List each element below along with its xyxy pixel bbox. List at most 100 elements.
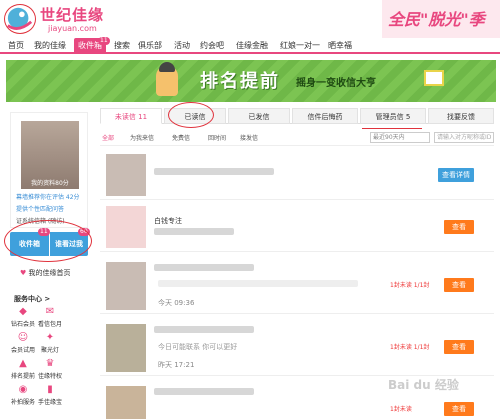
- nav-activity[interactable]: 活动: [174, 40, 190, 51]
- left-sidebar: 我的资料80分 幕墙推荐你在评估 42分 提供个性匹配问答 证系统信箱 (随访)…: [4, 108, 92, 419]
- rank-icon: ▲: [19, 358, 27, 369]
- service-privilege-label: 佳缘特权: [37, 373, 62, 380]
- sender-name: [154, 326, 254, 333]
- service-trial[interactable]: ☺ 会员试用: [10, 332, 36, 354]
- my-home-label: 我的佳缘首页: [28, 269, 71, 277]
- privilege-icon: ♛: [45, 358, 55, 369]
- message-time: 今天 09:36: [158, 299, 195, 307]
- filter-time[interactable]: 回时间: [208, 133, 226, 142]
- message-status: 1封未读: [390, 406, 412, 413]
- site-logo[interactable]: 世纪佳缘 jiayuan.com: [4, 2, 116, 36]
- nav-matchmaker[interactable]: 红娘一对一: [280, 40, 320, 51]
- heart-icon: ♥: [20, 269, 29, 277]
- service-trial-label: 会员试用: [10, 347, 35, 354]
- mobile-icon: ▮: [47, 384, 53, 395]
- service-rank-label: 排名提前: [10, 373, 35, 380]
- promo-banner[interactable]: 排名提前 摇身一变收信大亨: [6, 60, 496, 102]
- tab-feedback[interactable]: 找要反馈: [428, 108, 494, 124]
- sender-name: [154, 388, 254, 395]
- message-preview: [154, 228, 234, 235]
- message-row[interactable]: 查看详情: [100, 150, 494, 200]
- tab-unread[interactable]: 未读信 11: [100, 108, 162, 124]
- logo-text: 世纪佳缘: [40, 6, 105, 24]
- mail-icon: ✉: [45, 306, 55, 317]
- spotlight-icon: ✦: [45, 332, 55, 343]
- inbox-panel: 未读信 11 已读信 已发信 信件后悔药 管理员信 5 找要反馈 全部 为我来信…: [96, 102, 496, 419]
- nav-dating[interactable]: 约会吧: [200, 40, 224, 51]
- avatar-caption: 我的资料80分: [31, 180, 69, 187]
- nav-finance[interactable]: 佳缘金融: [236, 40, 268, 51]
- service-mobile-label: 手佳缘宝: [37, 399, 62, 406]
- view-button[interactable]: 查看: [444, 340, 474, 354]
- cartoon-boy-icon: [156, 62, 178, 96]
- logo-bird-icon: [4, 4, 36, 34]
- banner-title: 排名提前: [200, 71, 280, 92]
- trial-icon: ☺: [17, 332, 29, 343]
- message-text: 白钱专注: [154, 217, 182, 225]
- nav-club[interactable]: 俱乐部: [138, 40, 162, 51]
- diamond-icon: ◆: [19, 306, 27, 317]
- sender-photo[interactable]: [106, 206, 146, 248]
- message-text: 今日可能联系 你可以更好: [158, 343, 238, 351]
- message-row[interactable]: 今日可能联系 你可以更好 昨天 17:21 1封未读 1/1封 查看: [100, 320, 494, 376]
- search-input[interactable]: 请输入对方昵称或ID: [434, 132, 494, 143]
- envelope-icon: [424, 70, 444, 86]
- profile-link-qa[interactable]: 提供个性匹配问答: [16, 204, 64, 213]
- avatar[interactable]: 我的资料80分: [21, 121, 79, 189]
- view-button[interactable]: 查看: [444, 220, 474, 234]
- view-button[interactable]: 查看: [444, 402, 474, 416]
- top-header: 世纪佳缘 jiayuan.com 全民"脱光"季: [0, 0, 500, 38]
- annotation-underline-admin-tab: [362, 109, 422, 129]
- main-nav: 首页 我的佳缘 收件箱 11 搜索 俱乐部 活动 约会吧 佳缘金融 红娘一对一 …: [0, 37, 500, 54]
- sender-photo[interactable]: [106, 324, 146, 372]
- sender-name: [154, 264, 254, 271]
- nav-my-jiayuan[interactable]: 我的佳缘: [34, 40, 66, 51]
- sender-photo[interactable]: [106, 154, 146, 196]
- service-photo[interactable]: ◉ 补拍服务: [10, 384, 36, 406]
- service-privilege[interactable]: ♛ 佳缘特权: [37, 358, 63, 380]
- promo-text: 全民"脱光"季: [388, 10, 485, 29]
- tab-regret[interactable]: 信件后悔药: [292, 108, 358, 124]
- service-mail-label: 看信包月: [37, 321, 62, 328]
- message-time: 昨天 17:21: [158, 361, 195, 369]
- service-mail[interactable]: ✉ 看信包月: [37, 306, 63, 328]
- promo-badge[interactable]: 全民"脱光"季: [382, 0, 500, 38]
- view-button[interactable]: 查看: [444, 278, 474, 292]
- banner-subtitle: 摇身一变收信大亨: [296, 78, 376, 89]
- logo-domain: jiayuan.com: [48, 24, 97, 33]
- my-home-link[interactable]: ♥ 我的佳缘首页: [20, 268, 71, 278]
- annotation-circle-sidebar: [4, 220, 92, 262]
- service-photo-label: 补拍服务: [10, 399, 35, 406]
- mail-tabs: 未读信 11 已读信 已发信 信件后悔药 管理员信 5 找要反馈: [100, 108, 494, 124]
- camera-icon: ◉: [18, 384, 28, 395]
- message-status: 1封未读 1/1封: [390, 282, 430, 289]
- service-rank[interactable]: ▲ 排名提前: [10, 358, 36, 380]
- nav-inbox-badge: 11: [98, 37, 110, 45]
- sender-photo[interactable]: [106, 262, 146, 310]
- services-title: 服务中心 >: [14, 295, 51, 303]
- view-details-button[interactable]: 查看详情: [438, 168, 474, 182]
- sender-photo[interactable]: [106, 386, 146, 419]
- nav-happiness[interactable]: 晒幸福: [328, 40, 352, 51]
- message-row[interactable]: 今天 09:36 1封未读 1/1封 查看: [100, 258, 494, 314]
- service-diamond-label: 钻石会员: [10, 321, 35, 328]
- filter-all[interactable]: 全部: [102, 133, 114, 142]
- filter-for-me[interactable]: 为我来信: [130, 133, 154, 142]
- annotation-circle-read-tab: [168, 102, 214, 128]
- message-row[interactable]: 白钱专注 查看: [100, 202, 494, 252]
- profile-link-score[interactable]: 幕墙推荐你在评估 42分: [16, 192, 80, 201]
- message-status: 1封未读 1/1封: [390, 344, 430, 351]
- service-diamond[interactable]: ◆ 钻石会员: [10, 306, 36, 328]
- message-preview: [158, 280, 358, 287]
- filter-attachment[interactable]: 接发信: [240, 133, 258, 142]
- tab-sent[interactable]: 已发信: [228, 108, 290, 124]
- service-spotlight[interactable]: ✦ 聚光灯: [37, 332, 63, 354]
- service-mobile[interactable]: ▮ 手佳缘宝: [37, 384, 63, 406]
- nav-home[interactable]: 首页: [8, 40, 24, 51]
- message-preview: [154, 168, 274, 175]
- service-spotlight-label: 聚光灯: [40, 347, 59, 354]
- filter-bar: 全部 为我来信 免费信 回时间 接发信 最近90天内 请输入对方昵称或ID: [100, 130, 494, 146]
- sort-select[interactable]: 最近90天内: [370, 132, 430, 143]
- filter-free[interactable]: 免费信: [172, 133, 190, 142]
- nav-search[interactable]: 搜索: [114, 40, 130, 51]
